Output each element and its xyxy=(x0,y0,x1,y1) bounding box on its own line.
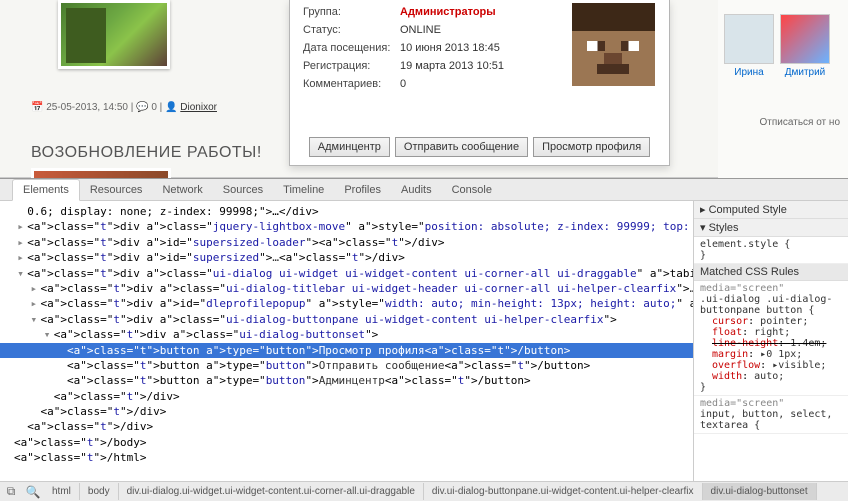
post-meta: 📅 25-05-2013, 14:50 | 💬 0 | 👤 Dionixor xyxy=(31,102,217,113)
dom-node[interactable]: <a">class="t">button a">type="button">Ад… xyxy=(0,373,693,388)
dom-node[interactable]: ▸<a">class="t">div a">class="ui-dialog-t… xyxy=(0,281,693,296)
dom-node[interactable]: <a">class="t">/html> xyxy=(0,450,693,465)
friend-name: Дмитрий xyxy=(780,67,830,78)
dom-node[interactable]: ▾<a">class="t">div a">class="ui-dialog-b… xyxy=(0,312,693,327)
author-link[interactable]: Dionixor xyxy=(180,102,217,113)
dom-node[interactable]: <a">class="t">/div> xyxy=(0,389,693,404)
friend-name: Ирина xyxy=(724,67,774,78)
admin-center-button[interactable]: Админцентр xyxy=(309,137,390,157)
styles-header[interactable]: ▾ Styles xyxy=(694,219,848,237)
css-property[interactable]: overflow: ▸visible; xyxy=(700,360,842,371)
breadcrumb-item[interactable]: div.ui-dialog-buttonpane.ui-widget-conte… xyxy=(424,483,703,500)
dom-node[interactable]: 0.6; display: none; z-index: 99998;">…</… xyxy=(0,204,693,219)
css-property[interactable]: float: right; xyxy=(700,327,842,338)
friend-item[interactable]: Ирина xyxy=(724,14,774,78)
profile-field-label: Регистрация: xyxy=(303,60,400,72)
friend-item[interactable]: Дмитрий xyxy=(780,14,830,78)
profile-field-value: 10 июня 2013 18:45 xyxy=(400,42,500,54)
dom-tree[interactable]: 0.6; display: none; z-index: 99998;">…</… xyxy=(0,201,693,481)
dom-node[interactable]: ▾<a">class="t">div a">class="ui-dialog-b… xyxy=(0,327,693,342)
post-thumbnail-2 xyxy=(31,168,171,178)
breadcrumb-item[interactable]: html xyxy=(44,483,80,500)
devtools-tab-console[interactable]: Console xyxy=(442,180,502,200)
profile-field-value: Администраторы xyxy=(400,6,496,18)
breadcrumb-item[interactable]: body xyxy=(80,483,119,500)
post-title: ВОЗОБНОВЛЕНИЕ РАБОТЫ! xyxy=(31,144,262,162)
dom-node[interactable]: <a">class="t">button a">type="button">Пр… xyxy=(0,343,693,358)
dom-node[interactable]: <a">class="t">/div> xyxy=(0,419,693,434)
profile-field-value: 19 марта 2013 10:51 xyxy=(400,60,504,72)
search-icon[interactable]: 🔍 xyxy=(22,485,44,499)
dom-node[interactable]: ▸<a">class="t">div a">id="dleprofilepopu… xyxy=(0,296,693,311)
devtools-tab-timeline[interactable]: Timeline xyxy=(273,180,334,200)
css-property[interactable]: cursor: pointer; xyxy=(700,316,842,327)
css-property[interactable]: width: auto; xyxy=(700,371,842,382)
dom-node[interactable]: ▸<a">class="t">div a">id="supersized-loa… xyxy=(0,235,693,250)
send-message-button[interactable]: Отправить сообщение xyxy=(395,137,528,157)
devtools-tab-profiles[interactable]: Profiles xyxy=(334,180,391,200)
profile-popup: Группа:АдминистраторыСтатус:ONLINEДата п… xyxy=(289,0,670,166)
dom-node[interactable]: ▸<a">class="t">div a">class="jquery-ligh… xyxy=(0,219,693,234)
profile-field-label: Группа: xyxy=(303,6,400,18)
css-property[interactable]: line-height: 1.4em; xyxy=(700,338,842,349)
view-profile-button[interactable]: Просмотр профиля xyxy=(533,137,650,157)
devtools-tab-audits[interactable]: Audits xyxy=(391,180,442,200)
css-property[interactable]: margin: ▸0 1px; xyxy=(700,349,842,360)
friends-sidebar: Ирина Дмитрий Отписаться от но xyxy=(718,0,848,178)
profile-field-label: Комментариев: xyxy=(303,78,400,90)
computed-style-header[interactable]: ▸ Computed Style xyxy=(694,201,848,219)
post-thumbnail[interactable] xyxy=(58,0,170,69)
profile-field-value: 0 xyxy=(400,78,406,90)
profile-avatar xyxy=(572,3,655,86)
profile-field-value: ONLINE xyxy=(400,24,441,36)
breadcrumb-item[interactable]: div.ui-dialog-buttonset xyxy=(703,483,817,500)
devtools-tab-sources[interactable]: Sources xyxy=(213,180,273,200)
devtools-tab-elements[interactable]: Elements xyxy=(12,179,80,201)
devtools-tab-network[interactable]: Network xyxy=(152,180,212,200)
dom-node[interactable]: ▾<a">class="t">div a">class="ui-dialog u… xyxy=(0,266,693,281)
dom-node[interactable]: ▸<a">class="t">div a">id="supersized">…<… xyxy=(0,250,693,265)
dom-node[interactable]: <a">class="t">/body> xyxy=(0,435,693,450)
console-toggle-icon[interactable]: ⧉ xyxy=(0,484,22,499)
friend-avatar xyxy=(724,14,774,64)
devtools-panel: ElementsResourcesNetworkSourcesTimelineP… xyxy=(0,178,848,501)
dom-node[interactable]: <a">class="t">button a">type="button">От… xyxy=(0,358,693,373)
breadcrumb-item[interactable]: div.ui-dialog.ui-widget.ui-widget-conten… xyxy=(119,483,424,500)
profile-buttons: Админцентр Отправить сообщение Просмотр … xyxy=(290,137,669,157)
matched-rules-header: Matched CSS Rules xyxy=(694,264,848,281)
dom-node[interactable]: <a">class="t">/div> xyxy=(0,404,693,419)
profile-field-label: Дата посещения: xyxy=(303,42,400,54)
profile-field-label: Статус: xyxy=(303,24,400,36)
friend-avatar xyxy=(780,14,830,64)
styles-pane[interactable]: ▸ Computed Style ▾ Styles element.style … xyxy=(693,201,848,481)
devtools-tab-resources[interactable]: Resources xyxy=(80,180,153,200)
unsubscribe-link[interactable]: Отписаться от но xyxy=(760,117,840,128)
breadcrumb-bar: ⧉ 🔍 htmlbodydiv.ui-dialog.ui-widget.ui-w… xyxy=(0,481,848,501)
devtools-tabs: ElementsResourcesNetworkSourcesTimelineP… xyxy=(0,179,848,201)
